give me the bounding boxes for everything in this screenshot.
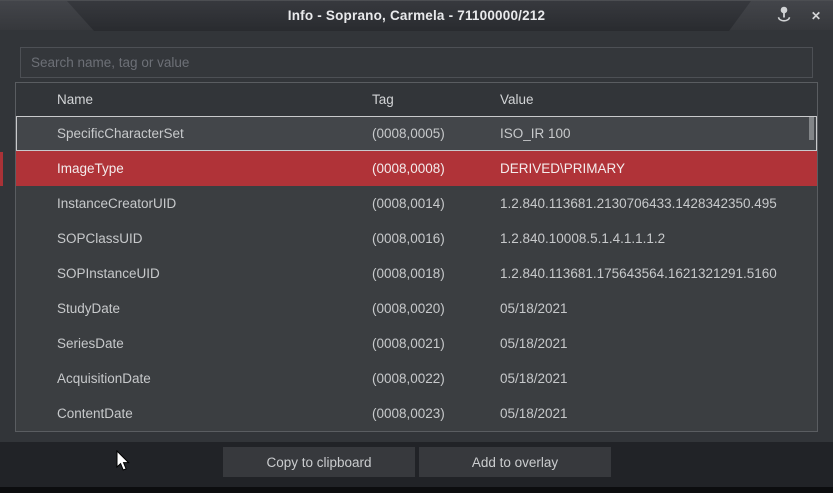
table-row[interactable]: SOPClassUID(0008,0016)1.2.840.10008.5.1.… bbox=[16, 221, 817, 256]
row-value-cell: DERIVED\PRIMARY bbox=[500, 161, 817, 176]
title-bar: Info - Soprano, Carmela - 71100000/212 ✕ bbox=[0, 0, 833, 30]
table-row[interactable]: AcquisitionDate(0008,0022)05/18/2021 bbox=[16, 361, 817, 396]
table-row[interactable]: ContentDate(0008,0023)05/18/2021 bbox=[16, 396, 817, 431]
row-name-cell: ImageType bbox=[57, 161, 372, 176]
row-tag-cell: (0008,0014) bbox=[372, 196, 500, 211]
pin-icon bbox=[775, 5, 793, 27]
table-row[interactable]: SpecificCharacterSet(0008,0005)ISO_IR 10… bbox=[16, 116, 817, 151]
row-tag-cell: (0008,0016) bbox=[372, 231, 500, 246]
row-tag-cell: (0008,0008) bbox=[372, 161, 500, 176]
row-tag-cell: (0008,0023) bbox=[372, 406, 500, 421]
table-row[interactable]: SeriesDate(0008,0021)05/18/2021 bbox=[16, 326, 817, 361]
info-dialog-window: Info - Soprano, Carmela - 71100000/212 ✕… bbox=[0, 0, 833, 493]
table-row[interactable]: StudyDate(0008,0020)05/18/2021 bbox=[16, 291, 817, 326]
row-tag-cell: (0008,0020) bbox=[372, 301, 500, 316]
table-row[interactable]: ImageType(0008,0008)DERIVED\PRIMARY bbox=[16, 151, 817, 186]
row-name-cell: StudyDate bbox=[57, 301, 372, 316]
table-row[interactable]: SOPInstanceUID(0008,0018)1.2.840.113681.… bbox=[16, 256, 817, 291]
column-header-name[interactable]: Name bbox=[57, 92, 372, 107]
search-input[interactable] bbox=[20, 47, 813, 78]
row-value-cell: 1.2.840.10008.5.1.4.1.1.1.2 bbox=[500, 231, 817, 246]
row-name-cell: SeriesDate bbox=[57, 336, 372, 351]
row-value-cell: 05/18/2021 bbox=[500, 371, 817, 386]
close-button[interactable]: ✕ bbox=[803, 3, 829, 29]
row-value-cell: 05/18/2021 bbox=[500, 406, 817, 421]
highlight-position-marker bbox=[0, 152, 3, 186]
row-value-cell: 05/18/2021 bbox=[500, 336, 817, 351]
dicom-tag-table: Name Tag Value SpecificCharacterSet(0008… bbox=[15, 82, 818, 432]
table-header-row: Name Tag Value bbox=[16, 83, 817, 116]
row-name-cell: InstanceCreatorUID bbox=[57, 196, 372, 211]
row-tag-cell: (0008,0018) bbox=[372, 266, 500, 281]
row-value-cell: 1.2.840.113681.2130706433.1428342350.495 bbox=[500, 196, 817, 211]
window-bottom-edge bbox=[0, 487, 833, 493]
row-value-cell: ISO_IR 100 bbox=[500, 126, 817, 141]
row-tag-cell: (0008,0005) bbox=[372, 126, 500, 141]
title-bar-buttons: ✕ bbox=[771, 1, 829, 31]
copy-to-clipboard-button[interactable]: Copy to clipboard bbox=[223, 447, 415, 477]
footer-bar: Copy to clipboard Add to overlay bbox=[0, 442, 833, 487]
column-header-tag[interactable]: Tag bbox=[372, 92, 500, 107]
row-name-cell: SOPClassUID bbox=[57, 231, 372, 246]
row-tag-cell: (0008,0021) bbox=[372, 336, 500, 351]
add-to-overlay-button[interactable]: Add to overlay bbox=[419, 447, 611, 477]
row-value-cell: 05/18/2021 bbox=[500, 301, 817, 316]
row-name-cell: ContentDate bbox=[57, 406, 372, 421]
vertical-scrollbar-thumb[interactable] bbox=[809, 117, 814, 140]
close-icon: ✕ bbox=[811, 9, 821, 23]
table-body: SpecificCharacterSet(0008,0005)ISO_IR 10… bbox=[16, 116, 817, 431]
pin-button[interactable] bbox=[771, 3, 797, 29]
row-name-cell: SOPInstanceUID bbox=[57, 266, 372, 281]
column-header-value[interactable]: Value bbox=[500, 92, 817, 107]
window-title: Info - Soprano, Carmela - 71100000/212 bbox=[0, 1, 833, 31]
table-row[interactable]: InstanceCreatorUID(0008,0014)1.2.840.113… bbox=[16, 186, 817, 221]
row-tag-cell: (0008,0022) bbox=[372, 371, 500, 386]
row-name-cell: SpecificCharacterSet bbox=[57, 126, 372, 141]
row-name-cell: AcquisitionDate bbox=[57, 371, 372, 386]
row-value-cell: 1.2.840.113681.175643564.1621321291.5160 bbox=[500, 266, 817, 281]
